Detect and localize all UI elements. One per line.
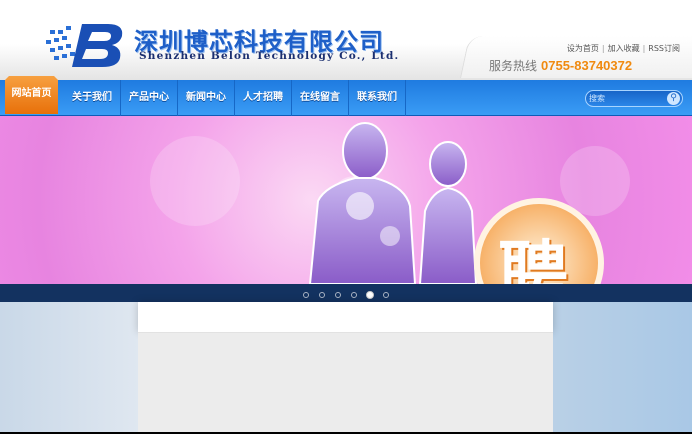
- nav-news[interactable]: 新闻中心: [178, 80, 235, 116]
- banner-slide[interactable]: 聘: [0, 116, 692, 284]
- site-header: 深圳博芯科技有限公司 Shenzhen Belon Technology Co.…: [0, 0, 692, 80]
- content-panel: [138, 332, 553, 432]
- search-icon[interactable]: ⚲: [667, 92, 680, 105]
- nav-products[interactable]: 产品中心: [121, 80, 178, 116]
- slide-dot-2[interactable]: [319, 292, 325, 298]
- nav-home[interactable]: 网站首页: [5, 76, 58, 114]
- search-box: ⚲: [585, 90, 683, 107]
- slide-dot-6[interactable]: [383, 292, 389, 298]
- silhouettes-image: [308, 122, 478, 284]
- slider-pagination: [0, 284, 692, 302]
- slide-dot-5-active[interactable]: [366, 291, 374, 299]
- nav-about[interactable]: 关于我们: [64, 80, 121, 116]
- nav-contact[interactable]: 联系我们: [349, 80, 406, 116]
- top-links: 设为首页 | 加入收藏 | RSS订阅: [566, 44, 680, 53]
- nav-messages[interactable]: 在线留言: [292, 80, 349, 116]
- logo-icon[interactable]: [46, 22, 126, 68]
- slide-dot-3[interactable]: [335, 292, 341, 298]
- set-homepage-link[interactable]: 设为首页: [567, 44, 599, 53]
- hotline-number: 0755-83740372: [541, 58, 633, 73]
- company-name-en: Shenzhen Belon Technology Co., Ltd.: [139, 50, 400, 62]
- search-input[interactable]: [589, 92, 664, 105]
- hotline-label: 服务热线: [489, 59, 538, 73]
- content-panel-top: [138, 302, 553, 332]
- hotline: 服务热线 0755-83740372: [489, 57, 632, 74]
- add-favorite-link[interactable]: 加入收藏: [608, 44, 640, 53]
- rss-link[interactable]: RSS订阅: [648, 44, 680, 53]
- slide-dot-1[interactable]: [303, 292, 309, 298]
- slide-dot-4[interactable]: [351, 292, 357, 298]
- recruit-badge-text: 聘: [498, 233, 568, 284]
- nav-careers[interactable]: 人才招聘: [235, 80, 292, 116]
